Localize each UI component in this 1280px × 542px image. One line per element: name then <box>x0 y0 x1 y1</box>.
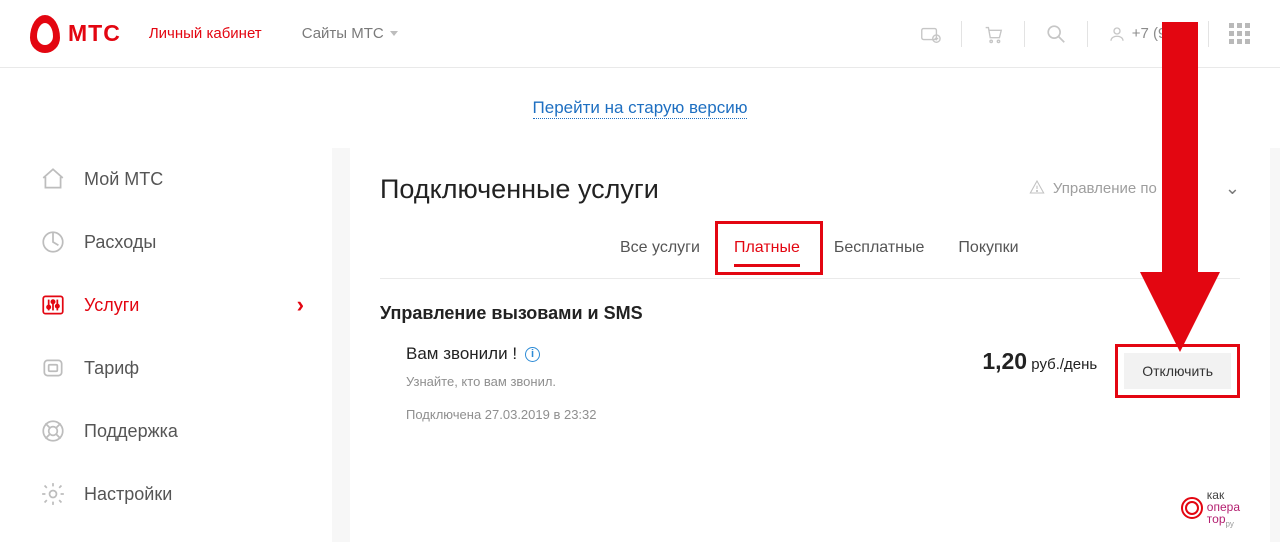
sidebar-item-label: Услуги <box>84 295 139 316</box>
sidebar-item-label: Тариф <box>84 358 139 379</box>
sim-icon <box>40 355 66 381</box>
tab-all[interactable]: Все услуги <box>620 233 700 273</box>
brand-text: МТС <box>68 20 121 47</box>
price-unit: руб./день <box>1031 356 1097 373</box>
old-version-banner: Перейти на старую версию <box>0 68 1280 148</box>
search-icon[interactable] <box>1045 23 1067 45</box>
old-version-link[interactable]: Перейти на старую версию <box>533 98 748 119</box>
divider <box>1024 21 1025 47</box>
apps-grid-icon[interactable] <box>1229 23 1250 44</box>
header-actions: +7 (917) <box>919 21 1250 47</box>
sidebar-item-support[interactable]: Поддержка <box>0 400 332 463</box>
tab-free[interactable]: Бесплатные <box>834 233 925 273</box>
tab-paid[interactable]: Платные <box>734 233 800 273</box>
sidebar-item-label: Поддержка <box>84 421 178 442</box>
service-price: 1,20 руб./день <box>982 348 1097 375</box>
sidebar-item-label: Расходы <box>84 232 156 253</box>
cart-icon[interactable] <box>982 23 1004 45</box>
price-number: 1,20 <box>982 348 1027 374</box>
lifebuoy-icon <box>40 418 66 444</box>
sidebar-item-settings[interactable]: Настройки <box>0 463 332 526</box>
header: МТС Личный кабинет Сайты МТС +7 (917) <box>0 0 1280 68</box>
sliders-icon <box>40 292 66 318</box>
annotation-highlight-button: Отключить <box>1115 344 1240 398</box>
sidebar-item-tariff[interactable]: Тариф <box>0 337 332 400</box>
divider <box>1208 21 1209 47</box>
service-description: Узнайте, кто вам звонил. <box>406 374 982 389</box>
service-name: Вам звонили ! i <box>406 344 982 364</box>
info-icon[interactable]: i <box>525 347 540 362</box>
manage-subscriptions-link[interactable]: Управление по ⌄ <box>1029 178 1240 199</box>
sites-label: Сайты МТС <box>302 25 384 42</box>
phone-number: +7 (917) <box>1132 25 1188 42</box>
main-content: Подключенные услуги Управление по ⌄ Все … <box>350 148 1270 542</box>
watermark-logo: как опера торру <box>1181 489 1240 528</box>
service-connected-date: Подключена 27.03.2019 в 23:32 <box>406 407 982 422</box>
divider <box>961 21 962 47</box>
user-icon <box>1108 25 1126 43</box>
disable-button[interactable]: Отключить <box>1124 353 1231 389</box>
sidebar-item-expenses[interactable]: Расходы <box>0 211 332 274</box>
egg-icon <box>30 15 60 53</box>
chevron-right-icon: › <box>297 292 304 318</box>
service-row: Вам звонили ! i Узнайте, кто вам звонил.… <box>380 344 1240 422</box>
manage-label: Управление по <box>1053 180 1157 197</box>
divider <box>1087 21 1088 47</box>
chevron-down-icon: ⌄ <box>1225 178 1240 199</box>
home-icon <box>40 166 66 192</box>
chevron-down-icon <box>390 31 398 36</box>
warning-icon <box>1029 179 1045 199</box>
brand-logo[interactable]: МТС <box>30 15 121 53</box>
sidebar-item-services[interactable]: Услуги › <box>0 274 332 337</box>
gear-icon <box>40 481 66 507</box>
sidebar: Мой МТС Расходы Услуги › Тариф Поддерж <box>0 148 332 542</box>
personal-cabinet-link[interactable]: Личный кабинет <box>149 25 262 42</box>
user-phone[interactable]: +7 (917) <box>1108 25 1188 43</box>
watermark-icon <box>1181 497 1203 519</box>
sites-dropdown[interactable]: Сайты МТС <box>302 25 398 42</box>
clock-icon <box>40 229 66 255</box>
sidebar-item-label: Настройки <box>84 484 172 505</box>
service-name-text: Вам звонили ! <box>406 344 517 364</box>
service-tabs: Все услуги Платные Бесплатные Покупки <box>380 233 1240 279</box>
sidebar-item-my-mts[interactable]: Мой МТС <box>0 148 332 211</box>
card-icon[interactable] <box>919 23 941 45</box>
sidebar-item-label: Мой МТС <box>84 169 163 190</box>
tab-purchases[interactable]: Покупки <box>958 233 1018 273</box>
section-title: Управление вызовами и SMS <box>380 303 1240 324</box>
